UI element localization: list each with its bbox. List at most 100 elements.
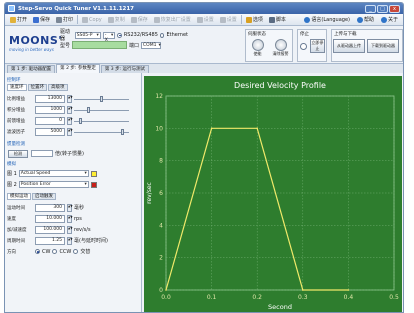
motion-input[interactable]: 100.000 [35, 225, 65, 234]
toolbar-button-6[interactable]: 恢复出厂设置 [152, 15, 193, 25]
toolbar-button-0[interactable]: 打开 [8, 15, 29, 25]
toolbar-icon [153, 16, 160, 23]
port-select[interactable]: COM1 ▾ [141, 41, 162, 49]
toolbar-button-1[interactable]: 保存 [31, 15, 52, 25]
toolbar-icon [10, 16, 16, 23]
drive-option-select[interactable]: -X ▾ [102, 31, 116, 43]
drive-label: 驱动器 [60, 29, 71, 42]
direction-cw-radio[interactable] [35, 249, 40, 254]
y-tick-label: 12 [155, 93, 163, 100]
slider-thumb[interactable] [100, 95, 103, 102]
stop-button[interactable]: 立即停止 [309, 39, 325, 53]
slider-thumb[interactable] [79, 117, 83, 124]
gain-input[interactable]: 0 [35, 116, 65, 125]
toolbar-icon [196, 16, 203, 23]
trace-color-swatch[interactable] [90, 170, 97, 177]
motion-input[interactable]: 10.000 [35, 214, 65, 223]
model-field [72, 41, 128, 49]
x-tick-label: 0.3 [298, 294, 308, 301]
toolbar-items: 打开 保存 打印 Copy 复制 保存 恢复出厂设置 设置 设置 选项 脚本 [8, 15, 288, 25]
toolbar-button-4[interactable]: 复制 [106, 15, 127, 25]
gain-slider[interactable] [74, 128, 129, 136]
model-label: 型号 [60, 42, 71, 49]
gain-spinner[interactable]: ▲▼ [67, 105, 73, 114]
gain-input[interactable]: 5000 [35, 127, 65, 136]
close-button[interactable]: x [389, 4, 400, 13]
maximize-button[interactable]: □ [377, 4, 388, 13]
direction-alternate-radio[interactable] [73, 249, 79, 254]
toolbar-button-2[interactable]: 打印 [54, 15, 75, 25]
trace-select[interactable]: Position Error ▾ [18, 181, 89, 188]
toolbar-button-8[interactable]: 设置 [218, 15, 239, 25]
loop-tab-2[interactable]: 高级项 [48, 84, 68, 91]
x-tick-label: 0.5 [389, 294, 399, 301]
step-tabs: 第 1 步: 驱动器配置第 2 步: 参数整定第 3 步: 运行与测试 [5, 64, 403, 73]
app-window: Step-Servo Quick Tuner V1.1.11.1217 _ □ … [4, 2, 404, 313]
toolbar-button-9[interactable]: 选项 [244, 15, 265, 25]
enable-button[interactable]: 使能 [247, 39, 268, 57]
velocity-point [302, 289, 304, 291]
window-title: Step-Servo Quick Tuner V1.1.11.1217 [18, 5, 135, 12]
slider-thumb[interactable] [120, 128, 124, 135]
motion-tab-0[interactable]: 模拟运动 [7, 193, 31, 200]
chevron-down-icon: ▾ [158, 42, 161, 48]
gain-spinner[interactable]: ▲▼ [67, 94, 73, 103]
motion-spinner[interactable]: ▲▼ [67, 214, 73, 223]
chevron-down-icon: ▾ [84, 171, 87, 176]
loop-tab-1[interactable]: 位置环 [27, 84, 47, 91]
drive-select[interactable]: SS05-P ▾ [74, 31, 101, 39]
gain-params: 比例增益 13000 ▲▼ 积分增益 1000 ▲▼ 前馈增益 0 ▲▼ 滤波因子 5000 ▲▼ [7, 93, 139, 137]
toolbar-button-label: 脚本 [275, 17, 286, 23]
toolbar-button-5[interactable]: 保存 [129, 15, 150, 25]
stop-indicator [300, 42, 307, 50]
gain-spinner[interactable]: ▲▼ [67, 127, 73, 136]
velocity-point [165, 289, 167, 291]
globe-icon [304, 16, 311, 23]
motion-unit: 毫秒 [74, 205, 85, 211]
main-area: 控制环 速度环 位置环 高级项 比例增益 13000 ▲▼ 积分增益 1000 ▲▼ 前馈增益 0… [5, 73, 403, 312]
clear-alarm-button[interactable]: 清除报警 [270, 39, 291, 57]
direction-ccw-radio[interactable] [52, 249, 58, 254]
loop-tab-0[interactable]: 速度环 [7, 84, 27, 91]
motion-tab-1[interactable]: 启动触发 [32, 193, 56, 200]
gain-spinner[interactable]: ▲▼ [67, 116, 73, 125]
chart-title: Desired Velocity Profile [234, 81, 326, 90]
about-button[interactable]: 关于 [379, 15, 400, 25]
slider-thumb[interactable] [87, 106, 90, 113]
radio-rs232[interactable] [117, 32, 122, 38]
step-tab-2[interactable]: 第 2 步: 参数整定 [56, 64, 100, 73]
x-tick-label: 0.4 [344, 294, 354, 301]
upload-from-drive-button[interactable]: 从驱动器上传 [333, 39, 365, 53]
step-tab-3[interactable]: 第 3 步: 运行与测试 [100, 65, 150, 73]
trace-select[interactable]: Actual Speed ▾ [18, 170, 89, 177]
gain-input[interactable]: 13000 [35, 94, 65, 103]
motion-spinner[interactable]: ▲▼ [67, 236, 73, 245]
motion-spinner[interactable]: ▲▼ [67, 203, 73, 212]
motion-input[interactable]: 1.25 [35, 236, 65, 245]
step-tab-1[interactable]: 第 1 步: 驱动器配置 [7, 65, 56, 73]
toolbar-button-7[interactable]: 设置 [195, 15, 216, 25]
gain-input[interactable]: 1000 [35, 105, 65, 114]
toolbar-button-10[interactable]: 脚本 [267, 15, 288, 25]
motion-spinner[interactable]: ▲▼ [67, 225, 73, 234]
toolbar-button-label: 恢复出厂设置 [160, 17, 191, 23]
download-to-drive-button[interactable]: 下载到驱动器 [367, 39, 399, 53]
gain-row: 滤波因子 5000 ▲▼ [7, 126, 139, 137]
radio-ethernet[interactable] [159, 32, 165, 38]
language-button[interactable]: 语言(Language) [302, 15, 352, 25]
inertia-detect-button[interactable]: 检测 [8, 149, 28, 158]
stop-title: 停止 [300, 32, 309, 37]
toolbar-button-3[interactable]: Copy [80, 15, 104, 25]
y-tick-label: 10 [155, 125, 163, 132]
gain-slider[interactable] [74, 117, 129, 125]
gain-slider[interactable] [74, 106, 129, 114]
no-alarm-icon [274, 39, 287, 51]
help-button[interactable]: 帮助 [355, 15, 376, 25]
minimize-button[interactable]: _ [365, 4, 376, 13]
trace-selectors: 图 1 Actual Speed ▾ 图 2 Position Error ▾ [7, 168, 139, 190]
velocity-point [210, 127, 213, 130]
x-tick-label: 0.2 [252, 294, 262, 301]
gain-slider[interactable] [74, 95, 129, 103]
motion-input[interactable]: 300 [35, 203, 65, 212]
trace-color-swatch[interactable] [90, 181, 97, 188]
